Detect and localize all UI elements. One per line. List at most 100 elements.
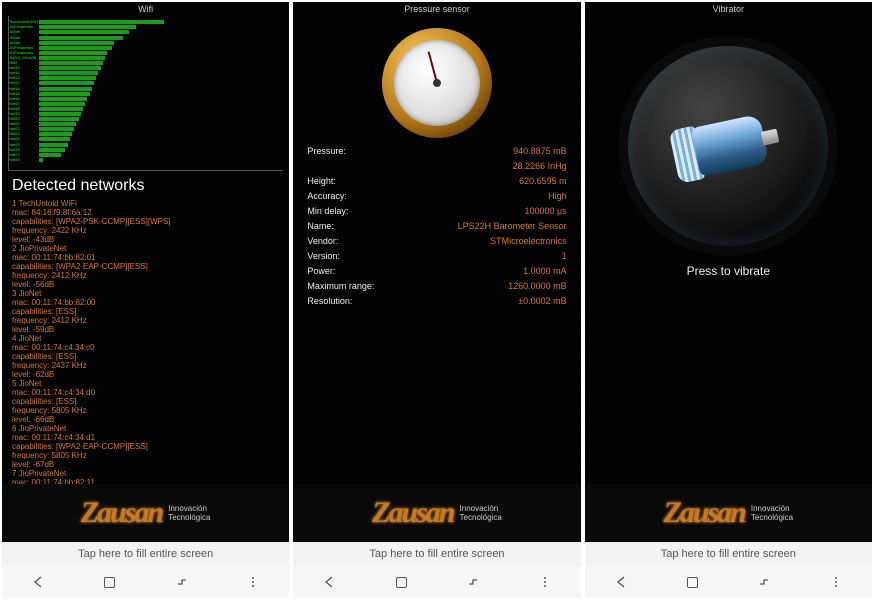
network-detail: level: -67dB [12,460,279,469]
chart-label: JioNet [9,41,39,45]
info-key: Pressure: [307,144,346,159]
chart-bar [39,153,61,157]
chart-bar [39,97,87,101]
chart-bar-row: TechUntold WiFi [9,20,283,25]
recent-icon[interactable] [175,575,189,589]
network-detail: frequency: 2437 KHz [12,361,279,370]
screen-pressure: Pressure sensor Pressure:940.8875 mB28.2… [293,2,580,598]
info-key: Power: [307,264,335,279]
network-detail: capabilities: [ESS] [12,397,279,406]
info-value: 620.6595 m [519,174,567,189]
menu-dots-icon[interactable] [246,575,260,589]
screen-wifi: Wifi TechUntold WiFiJioPrivateNetJioNetJ… [2,2,289,598]
logo-line2: Tecnológica [460,513,502,522]
menu-dots-icon[interactable] [538,575,552,589]
home-icon[interactable] [394,575,408,589]
info-value: 28.2266 InHg [513,159,567,174]
network-detail: mac: 84:16:f9:8f:6a:12 [12,208,279,217]
chart-bar-row: JioFi4_199A2B [9,56,283,61]
info-row: Name:LPS22H Barometer Sensor [307,219,566,234]
info-row: Pressure:940.8875 mB [307,144,566,159]
info-row: Height: 620.6595 m [307,174,566,189]
back-icon[interactable] [322,575,336,589]
info-row: Accuracy:High [307,189,566,204]
chart-bar-row: Net16 [9,96,283,101]
info-key: Maximum range: [307,279,374,294]
info-value: ±0.0002 mB [518,294,566,309]
wifi-title: Wifi [2,2,289,16]
chart-label: Net23 [9,132,39,136]
info-key: Height: [307,174,336,189]
chart-bar [39,117,79,121]
tap-fill-button[interactable]: Tap here to fill entire screen [293,542,580,566]
logo-icon: Zausan [664,496,745,530]
chart-label: Net11 [9,71,39,75]
network-detail: capabilities: [ESS] [12,352,279,361]
chart-label: Net27 [9,153,39,157]
info-row: Version:1 [307,249,566,264]
chart-label: Net20 [9,117,39,121]
network-name: 7 JioPrivateNet [12,469,279,478]
chart-bar [39,81,94,85]
home-icon[interactable] [103,575,117,589]
tap-fill-button[interactable]: Tap here to fill entire screen [585,542,872,566]
recent-icon[interactable] [466,575,480,589]
logo-subtitle: Innovación Tecnológica [751,504,793,522]
network-detail: frequency: 5805 KHz [12,451,279,460]
chart-label: Net26 [9,148,39,152]
chart-bar-row: Net9 [9,61,283,66]
chart-bar [39,122,76,126]
chart-bar [39,132,72,136]
logo-icon: Zausan [372,496,453,530]
pressure-main: Pressure sensor Pressure:940.8875 mB28.2… [293,2,580,484]
back-icon[interactable] [31,575,45,589]
chart-label: Net15 [9,92,39,96]
chart-bar-row: Net13 [9,81,283,86]
chart-bar [39,92,90,96]
menu-dots-icon[interactable] [829,575,843,589]
logo-line2: Tecnológica [751,513,793,522]
chart-label: Net21 [9,122,39,126]
info-row: 28.2266 InHg [307,159,566,174]
network-detail: level: -62dB [12,370,279,379]
chart-bar-row: Net19 [9,112,283,117]
chart-bar-row: JioPrivateNet [9,45,283,50]
logo-subtitle: Innovación Tecnológica [168,504,210,522]
chart-bar-row: JioPrivateNet [9,51,283,56]
gauge-pin-icon [433,79,441,87]
network-detail: frequency: 2422 KHz [12,226,279,235]
network-list[interactable]: 1 TechUntold WiFimac: 84:16:f9:8f:6a:12c… [2,199,289,484]
home-icon[interactable] [685,575,699,589]
chart-bar-row: JioPrivateNet [9,25,283,30]
network-detail: capabilities: [WPA2-PSK-CCMP][ESS][WPS] [12,217,279,226]
chart-bar-row: Net20 [9,117,283,122]
tap-fill-button[interactable]: Tap here to fill entire screen [2,542,289,566]
logo-subtitle: Innovación Tecnológica [460,504,502,522]
network-name: 2 JioPrivateNet [12,244,279,253]
back-icon[interactable] [614,575,628,589]
chart-label: JioNet [9,30,39,34]
info-row: Power:1.0000 mA [307,264,566,279]
chart-bar [39,51,107,55]
chart-bar [39,66,101,70]
chart-label: Net14 [9,87,39,91]
recent-icon[interactable] [757,575,771,589]
vibrate-button[interactable] [628,46,828,246]
chart-bar [39,158,43,162]
info-row: Vendor:STMicroelectronics [307,234,566,249]
chart-bar-row: Net22 [9,127,283,132]
chart-bar-row: Net14 [9,86,283,91]
chart-bar [39,127,74,131]
chart-bar-row: Net27 [9,152,283,157]
android-nav-bar [293,566,580,598]
info-key: Min delay: [307,204,348,219]
network-detail: mac: 00:11:74:c4:34:d1 [12,433,279,442]
chart-bar-row: Net15 [9,91,283,96]
logo-bar: Zausan Innovación Tecnológica [293,484,580,542]
vibrate-label: Press to vibrate [687,264,770,278]
chart-label: JioNet [9,36,39,40]
chart-label: Net10 [9,66,39,70]
chart-bar [39,87,92,91]
chart-label: JioFi4_199A2B [9,56,39,60]
chart-bar [39,25,136,29]
